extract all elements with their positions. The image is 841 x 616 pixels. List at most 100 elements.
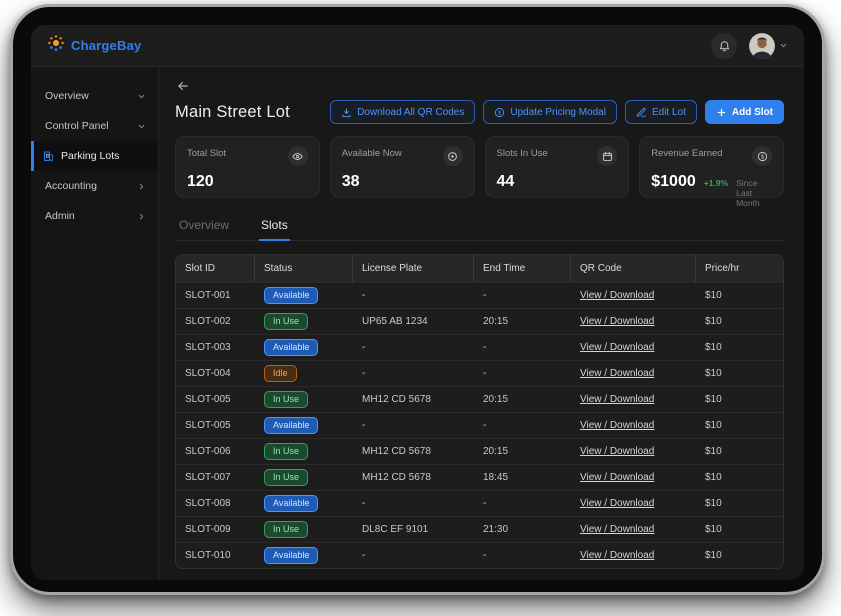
slots-table: Slot IDStatusLicense PlateEnd TimeQR Cod… xyxy=(175,254,784,569)
button-label: Add Slot xyxy=(732,107,773,118)
license-plate-cell: DL8C EF 9101 xyxy=(353,524,474,535)
stat-card-value-row: $1000+1.9%Since Last Month xyxy=(651,173,772,208)
topbar: ChargeBay xyxy=(31,25,804,67)
add-slot-button[interactable]: Add Slot xyxy=(705,100,784,124)
status-badge: Idle xyxy=(264,365,297,383)
slot-id-cell: SLOT-006 xyxy=(176,446,255,457)
button-label: Update Pricing Modal xyxy=(510,107,606,118)
end-time-cell: 18:45 xyxy=(474,472,571,483)
svg-text:$: $ xyxy=(760,154,763,160)
slot-id-cell: SLOT-008 xyxy=(176,498,255,509)
status-cell: In Use xyxy=(255,313,353,331)
slot-id: SLOT-007 xyxy=(185,472,231,483)
chevron-right-icon xyxy=(137,212,146,221)
chevron-down-icon xyxy=(779,41,788,50)
chevron-down-icon xyxy=(137,92,146,101)
tab-overview[interactable]: Overview xyxy=(177,214,231,240)
sidebar-item-admin[interactable]: Admin xyxy=(31,201,158,231)
qr-view-download-link[interactable]: View / Download xyxy=(580,472,654,483)
table-row: SLOT-004Idle--View / Download$10 xyxy=(176,360,783,386)
tabs: Overview Slots xyxy=(175,214,784,241)
page-header: Main Street Lot Download All QR Codes$Up… xyxy=(175,100,784,124)
qr-view-download-link[interactable]: View / Download xyxy=(580,394,654,405)
status-cell: In Use xyxy=(255,469,353,487)
chargebay-logo-icon xyxy=(47,34,65,57)
slot-id-cell: SLOT-010 xyxy=(176,550,255,561)
qr-view-download-link[interactable]: View / Download xyxy=(580,316,654,327)
tab-slots[interactable]: Slots xyxy=(259,214,290,241)
license-plate-cell: - xyxy=(353,368,474,379)
end-time-cell: 20:15 xyxy=(474,446,571,457)
slot-id: SLOT-006 xyxy=(185,446,231,457)
stat-card-top: Available Now xyxy=(342,146,463,166)
edit-lot-button[interactable]: Edit Lot xyxy=(625,100,697,124)
slot-id-cell: SLOT-001 xyxy=(176,290,255,301)
stat-card-value: 120 xyxy=(187,173,214,191)
header-actions: Download All QR Codes $Update Pricing Mod… xyxy=(330,100,784,124)
back-arrow-icon[interactable] xyxy=(175,79,195,93)
status-cell: In Use xyxy=(255,391,353,409)
slot-id-cell: SLOT-005 xyxy=(176,420,255,431)
qr-view-download-link[interactable]: View / Download xyxy=(580,420,654,431)
qr-code-cell: View / Download xyxy=(571,472,696,483)
qr-view-download-link[interactable]: View / Download xyxy=(580,290,654,301)
user-menu[interactable] xyxy=(749,33,788,59)
slot-id-cell: SLOT-007 xyxy=(176,472,255,483)
edit-icon xyxy=(636,107,647,118)
sidebar-item-control-panel[interactable]: Control Panel xyxy=(31,111,158,141)
price-cell: $10 xyxy=(696,342,783,353)
calendar-icon[interactable] xyxy=(597,146,617,166)
end-time-cell: - xyxy=(474,420,571,431)
end-time-cell: 21:30 xyxy=(474,524,571,535)
slot-id-cell: SLOT-005 xyxy=(176,394,255,405)
stat-card-value-row: 44 xyxy=(497,173,618,191)
stat-delta-note: Since Last Month xyxy=(736,178,772,208)
qr-view-download-link[interactable]: View / Download xyxy=(580,368,654,379)
status-badge: In Use xyxy=(264,469,308,487)
license-plate-cell: MH12 CD 5678 xyxy=(353,394,474,405)
target-icon[interactable] xyxy=(443,146,463,166)
stat-card-label: Revenue Earned xyxy=(651,146,722,159)
status-cell: In Use xyxy=(255,521,353,539)
status-cell: Available xyxy=(255,547,353,565)
dollar-circle-icon[interactable]: $ xyxy=(752,146,772,166)
stat-card-value: $1000 xyxy=(651,173,696,191)
price-cell: $10 xyxy=(696,446,783,457)
sidebar-item-overview[interactable]: Overview xyxy=(31,81,158,111)
qr-view-download-link[interactable]: View / Download xyxy=(580,446,654,457)
stat-cards: Total Slot120Available Now38Slots In Use… xyxy=(175,136,784,198)
qr-view-download-link[interactable]: View / Download xyxy=(580,524,654,535)
brand-name: ChargeBay xyxy=(71,38,141,53)
status-badge: Available xyxy=(264,547,318,565)
qr-code-cell: View / Download xyxy=(571,290,696,301)
qr-view-download-link[interactable]: View / Download xyxy=(580,550,654,561)
status-cell: Idle xyxy=(255,365,353,383)
qr-code-cell: View / Download xyxy=(571,420,696,431)
app-body: OverviewControl PanelParking LotsAccount… xyxy=(31,67,804,580)
table-row: SLOT-008Available--View / Download$10 xyxy=(176,490,783,516)
update-pricing-modal-button[interactable]: $Update Pricing Modal xyxy=(483,100,617,124)
qr-code-cell: View / Download xyxy=(571,524,696,535)
table-row: SLOT-001Available--View / Download$10 xyxy=(176,282,783,308)
eye-icon[interactable] xyxy=(288,146,308,166)
status-cell: Available xyxy=(255,287,353,305)
download-all-qr-codes-button[interactable]: Download All QR Codes xyxy=(330,100,475,124)
sidebar-item-parking-lots[interactable]: Parking Lots xyxy=(31,141,158,171)
qr-view-download-link[interactable]: View / Download xyxy=(580,342,654,353)
bell-icon[interactable] xyxy=(711,33,737,59)
license-plate-cell: MH12 CD 5678 xyxy=(353,446,474,457)
qr-view-download-link[interactable]: View / Download xyxy=(580,498,654,509)
parking-lots-icon xyxy=(43,150,55,162)
status-badge: In Use xyxy=(264,443,308,461)
chevron-down-icon xyxy=(137,122,146,131)
price-cell: $10 xyxy=(696,524,783,535)
price-cell: $10 xyxy=(696,290,783,301)
slot-id-cell: SLOT-009 xyxy=(176,524,255,535)
topbar-right xyxy=(711,33,788,59)
stat-card-label: Slots In Use xyxy=(497,146,548,159)
column-header-qr-code: QR Code xyxy=(571,255,696,282)
stat-card-total-slot: Total Slot120 xyxy=(175,136,320,198)
download-icon xyxy=(341,107,352,118)
sidebar-item-accounting[interactable]: Accounting xyxy=(31,171,158,201)
qr-code-cell: View / Download xyxy=(571,368,696,379)
